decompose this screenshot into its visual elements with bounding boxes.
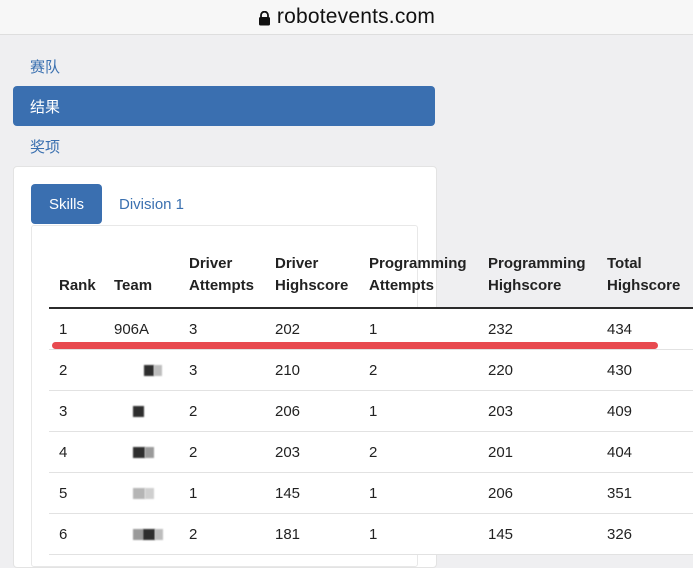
nav-item-label: 结果 <box>30 98 61 116</box>
cell-rank: 5 <box>59 484 68 502</box>
header-driver-highscore: Driver Highscore <box>275 253 348 297</box>
tab-label: Division 1 <box>119 195 185 213</box>
cell-team-redacted[interactable] <box>133 473 154 513</box>
cell-driver-highscore: 145 <box>275 484 301 502</box>
cell-programming-attempts: 2 <box>369 361 378 379</box>
header-line: Highscore <box>488 277 562 294</box>
redaction-mark <box>133 487 145 499</box>
table-row: 2 3 210 2 220 430 <box>49 350 693 391</box>
tab-skills[interactable]: Skills <box>31 184 102 224</box>
redaction-mark <box>133 446 145 458</box>
cell-programming-attempts: 1 <box>369 484 378 502</box>
lock-icon <box>258 10 270 25</box>
nav-item-awards[interactable]: 奖项 <box>13 126 435 166</box>
table-row: 4 2 203 2 201 404 <box>49 432 693 473</box>
header-line: Programming <box>488 255 586 272</box>
cell-driver-attempts: 3 <box>189 361 198 379</box>
redaction-mark <box>133 528 143 540</box>
header-driver-attempts: Driver Attempts <box>189 253 254 297</box>
cell-rank: 6 <box>59 525 68 543</box>
header-line: Total <box>607 255 642 272</box>
nav-item-label: 奖项 <box>30 138 61 156</box>
address-bar[interactable]: robotevents.com <box>0 0 693 35</box>
cell-programming-attempts: 1 <box>369 525 378 543</box>
table-row: 6 2 181 1 145 326 <box>49 514 693 555</box>
cell-total-highscore: 326 <box>607 525 633 543</box>
cell-rank: 4 <box>59 443 68 461</box>
header-programming-highscore: Programming Highscore <box>488 253 586 297</box>
cell-programming-highscore: 220 <box>488 361 514 379</box>
header-line: Highscore <box>607 277 681 294</box>
cell-total-highscore: 351 <box>607 484 633 502</box>
redaction-mark <box>145 446 154 458</box>
cell-programming-attempts: 1 <box>369 402 378 420</box>
cell-team-redacted[interactable] <box>144 350 162 390</box>
nav-item-teams[interactable]: 赛队 <box>13 46 435 86</box>
cell-driver-attempts: 1 <box>189 484 198 502</box>
redaction-mark <box>154 364 162 376</box>
url-text: robotevents.com <box>276 5 436 28</box>
redaction-mark <box>145 487 154 499</box>
cell-team-redacted[interactable] <box>133 432 154 472</box>
cell-driver-attempts: 2 <box>189 525 198 543</box>
cell-programming-highscore: 145 <box>488 525 514 543</box>
cell-team-redacted[interactable] <box>133 391 144 431</box>
header-total-highscore: Total Highscore <box>607 253 680 297</box>
nav-item-label: 赛队 <box>30 58 61 76</box>
cell-driver-attempts: 2 <box>189 402 198 420</box>
redaction-mark <box>155 528 163 540</box>
table-row: 3 2 206 1 203 409 <box>49 391 693 432</box>
table-header: Rank Team Driver Attempts Driver Highsco… <box>49 244 693 309</box>
redaction-mark <box>143 528 155 540</box>
cell-programming-highscore: 201 <box>488 443 514 461</box>
header-line: Driver <box>275 255 319 272</box>
cell-driver-highscore: 210 <box>275 361 301 379</box>
header-team: Team <box>114 277 153 294</box>
highlight-underline <box>52 342 658 349</box>
cell-programming-attempts: 2 <box>369 443 378 461</box>
cell-driver-highscore: 203 <box>275 443 301 461</box>
header-line: Attempts <box>189 277 255 294</box>
cell-total-highscore: 409 <box>607 402 633 420</box>
skills-table: Rank Team Driver Attempts Driver Highsco… <box>49 244 693 555</box>
header-line: Programming <box>369 255 467 272</box>
header-line: Attempts <box>369 277 435 294</box>
cell-total-highscore: 430 <box>607 361 633 379</box>
cell-driver-attempts: 2 <box>189 443 198 461</box>
cell-rank: 2 <box>59 361 68 379</box>
redaction-mark <box>144 364 154 376</box>
cell-total-highscore: 404 <box>607 443 633 461</box>
cell-programming-highscore: 203 <box>488 402 514 420</box>
header-programming-attempts: Programming Attempts <box>369 253 467 297</box>
cell-rank: 3 <box>59 402 68 420</box>
cell-driver-highscore: 206 <box>275 402 301 420</box>
header-line: Driver <box>189 255 233 272</box>
nav-item-results[interactable]: 结果 <box>13 86 435 126</box>
tab-division-1[interactable]: Division 1 <box>111 184 192 224</box>
header-rank: Rank <box>59 277 96 294</box>
cell-team-redacted[interactable] <box>133 514 163 554</box>
header-line: Highscore <box>275 277 349 294</box>
cell-programming-highscore: 206 <box>488 484 514 502</box>
table-row: 5 1 145 1 206 351 <box>49 473 693 514</box>
redaction-mark <box>133 405 144 417</box>
tab-label: Skills <box>48 195 84 213</box>
cell-driver-highscore: 181 <box>275 525 301 543</box>
